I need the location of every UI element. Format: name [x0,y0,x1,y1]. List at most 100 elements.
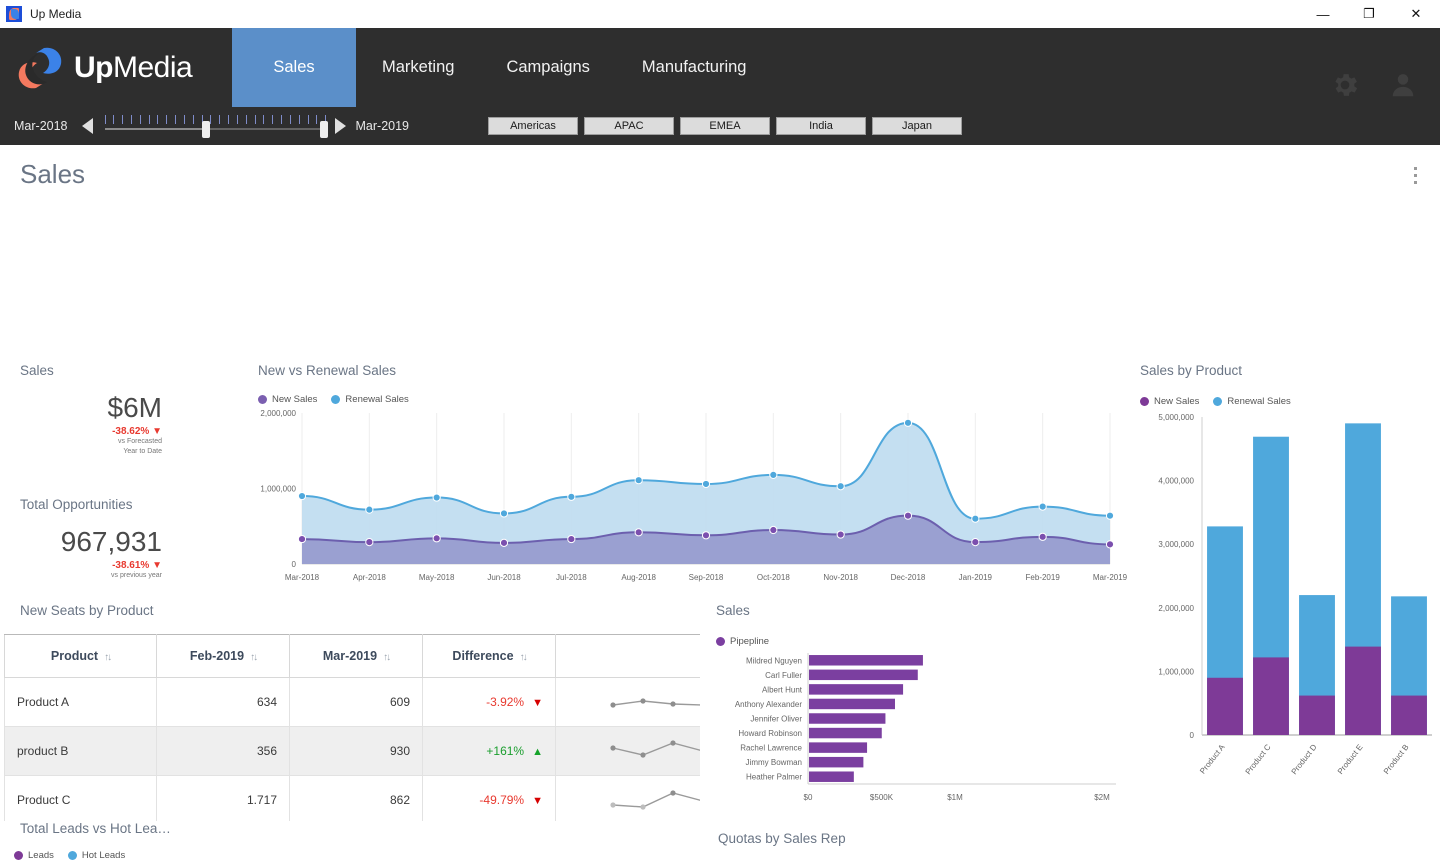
date-range-slider[interactable] [104,115,328,138]
app-header: UpMedia Sales Marketing Campaigns Manufa… [0,28,1440,145]
trend-down-icon: ▼ [532,697,543,709]
table-row[interactable]: Product A 634 609 -3.92% ▼ [4,677,700,727]
svg-text:May-2018: May-2018 [419,573,455,582]
new-seats-table: Product ↑↓ Feb-2019 ↑↓ Mar-2019 ↑↓ Differen… [4,634,700,825]
maximize-button[interactable]: ❐ [1346,0,1392,28]
svg-text:Carl Fuller: Carl Fuller [765,671,802,680]
logo-media-text: Media [113,50,193,84]
sort-icon-product[interactable]: ↑↓ [104,652,112,663]
slider-prev-arrow[interactable] [81,118,93,134]
new-vs-renewal-area-chart[interactable]: 0 1,000,000 2,000,000 Mar-2018 Apr-2018 May-2… [258,405,1128,590]
cell-sparkline [555,677,700,727]
region-button-americas[interactable]: Americas [488,117,578,135]
svg-text:Albert Hunt: Albert Hunt [762,685,803,694]
legend-label-leads: Leads [28,850,54,860]
slider-handle-right[interactable] [319,121,328,138]
kpi-column: Sales $6M -38.62% ▼ vs Forecasted Year t… [20,363,240,580]
svg-text:5,000,000: 5,000,000 [1158,413,1194,422]
tab-manufacturing[interactable]: Manufacturing [616,28,773,107]
legend-item-hot-leads[interactable]: Hot Leads [67,850,125,860]
svg-text:Product C: Product C [1244,743,1273,777]
svg-text:3,000,000: 3,000,000 [1158,540,1194,549]
region-button-india[interactable]: India [776,117,866,135]
table-row[interactable]: product B 356 930 +161% ▲ [4,726,700,776]
legend-item-sbp-new-sales[interactable]: New Sales [1140,396,1199,407]
close-button[interactable]: ✕ [1392,0,1440,28]
sales-by-product-bar-chart[interactable]: 0 1,000,000 2,000,000 3,000,000 4,000,000 5,0… [1140,407,1440,807]
col-header-difference[interactable]: Difference ↑↓ [422,634,556,678]
col-header-last-12[interactable]: Last 12 [555,634,700,678]
page-overflow-menu-icon[interactable] [1414,167,1418,188]
slider-next-arrow[interactable] [334,118,346,134]
region-filter-group: Americas APAC EMEA India Japan [488,117,962,135]
sparkline-product-a [610,698,700,708]
svg-text:Jul-2018: Jul-2018 [556,573,587,582]
sort-icon-mar[interactable]: ↑↓ [383,652,391,663]
table-row[interactable]: Product C 1.717 862 -49.79% ▼ [4,775,700,825]
kpi-sales-label: Sales [20,363,54,378]
svg-text:Product E: Product E [1336,743,1365,776]
gear-icon[interactable] [1330,70,1360,100]
cell-difference: -3.92% ▼ [422,677,556,727]
region-button-japan[interactable]: Japan [872,117,962,135]
kpi-opportunities-label: Total Opportunities [20,496,133,512]
header-actions [1330,70,1418,100]
svg-text:Rachel Lawrence: Rachel Lawrence [740,744,802,753]
svg-text:Heather Palmer: Heather Palmer [746,773,802,782]
svg-text:$0: $0 [804,793,813,802]
legend-item-renewal-sales[interactable]: Renewal Sales [331,394,409,405]
app-icon [6,6,22,22]
window-titlebar: Up Media — ❐ ✕ [0,0,1440,28]
svg-text:Howard Robinson: Howard Robinson [738,729,802,738]
slider-handle-left[interactable] [202,121,211,138]
col-header-feb-2019[interactable]: Feb-2019 ↑↓ [156,634,290,678]
legend-label-new-sales: New Sales [272,394,318,405]
logo-swirl-icon [14,42,66,94]
leads-legend: Leads Hot Leads [14,850,700,860]
svg-text:Mar-2019: Mar-2019 [1093,573,1128,582]
new-vs-renewal-legend: New Sales Renewal Sales [258,394,1138,405]
user-icon[interactable] [1388,70,1418,100]
tab-marketing[interactable]: Marketing [356,28,480,107]
new-seats-title: New Seats by Product [20,603,154,618]
region-button-apac[interactable]: APAC [584,117,674,135]
kpi-opportunities-delta: -38.61% ▼ [112,559,162,571]
nav-row: UpMedia Sales Marketing Campaigns Manufa… [0,28,1440,107]
legend-swatch-hot-leads [67,851,77,860]
legend-item-pipeline[interactable]: Pipepline [716,636,769,647]
quotas-title: Quotas by Sales Rep [718,831,846,846]
trend-down-icon: ▼ [532,795,543,807]
legend-item-leads[interactable]: Leads [14,850,54,860]
svg-text:Jimmy Bowman: Jimmy Bowman [746,758,802,767]
col-header-mar-2019[interactable]: Mar-2019 ↑↓ [289,634,423,678]
minimize-button[interactable]: — [1300,0,1346,28]
svg-text:Oct-2018: Oct-2018 [757,573,790,582]
legend-item-new-sales[interactable]: New Sales [258,394,317,405]
slider-end-label: Mar-2019 [355,119,410,133]
sales-by-product-title: Sales by Product [1140,363,1243,378]
region-button-emea[interactable]: EMEA [680,117,770,135]
svg-text:4,000,000: 4,000,000 [1158,477,1194,486]
svg-text:2,000,000: 2,000,000 [1158,604,1194,613]
slider-start-label: Mar-2018 [14,119,68,133]
table-header-row: Product ↑↓ Feb-2019 ↑↓ Mar-2019 ↑↓ Differen… [4,634,700,678]
tab-sales[interactable]: Sales [232,28,356,107]
cell-mar: 930 [289,726,423,776]
col-header-product[interactable]: Product ↑↓ [4,634,157,678]
legend-item-sbp-renewal-sales[interactable]: Renewal Sales [1213,396,1291,407]
svg-text:Jun-2018: Jun-2018 [487,573,521,582]
pipeline-bar-chart[interactable]: Mildred Nguyen Carl Fuller Albert Hunt Anth… [700,647,1130,812]
brand-logo[interactable]: UpMedia [0,28,232,107]
svg-text:Nov-2018: Nov-2018 [823,573,858,582]
sort-icon-diff[interactable]: ↑↓ [520,652,528,663]
svg-text:Product B: Product B [1382,743,1411,776]
svg-text:Apr-2018: Apr-2018 [353,573,386,582]
tab-campaigns[interactable]: Campaigns [480,28,615,107]
sort-icon-feb[interactable]: ↑↓ [250,652,258,663]
kpi-opportunities-value: 967,931 [60,525,162,557]
cell-feb: 634 [156,677,290,727]
sparkline-product-b [610,740,700,758]
svg-text:$500K: $500K [870,793,894,802]
cell-difference: -49.79% ▼ [422,775,556,825]
pipeline-title: Sales [716,603,750,618]
